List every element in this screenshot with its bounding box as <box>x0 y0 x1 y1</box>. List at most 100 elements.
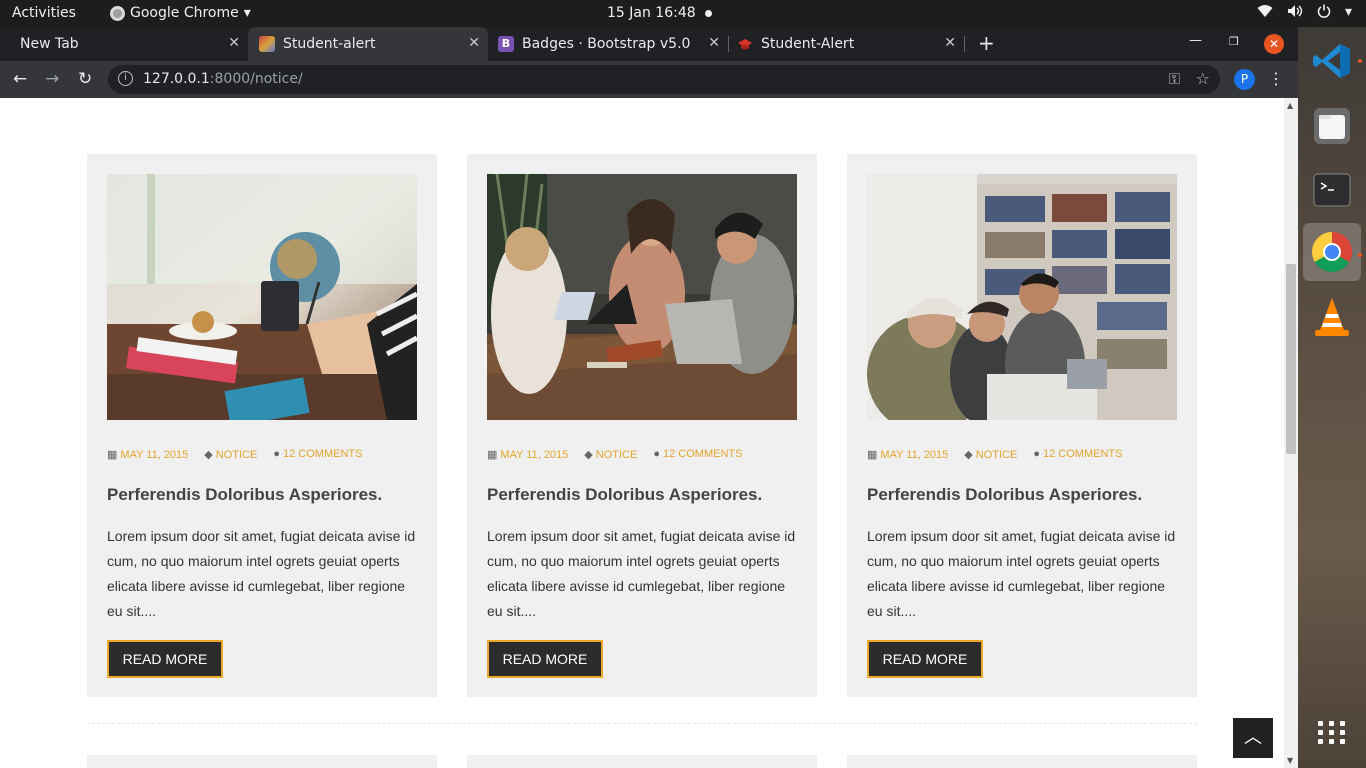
show-applications-button[interactable] <box>1310 710 1354 754</box>
post-meta: ▦ MAY 11, 2015 ◆ NOTICE ● 12 COMMENTS <box>867 448 1122 461</box>
calendar-icon: ▦ <box>487 449 498 461</box>
scroll-to-top-button[interactable]: ︿ <box>1233 718 1273 758</box>
notice-photo <box>867 174 1177 420</box>
post-date[interactable]: ▦ MAY 11, 2015 <box>107 448 188 461</box>
scroll-down-arrow-icon[interactable]: ▼ <box>1287 756 1293 765</box>
post-date-text: MAY 11, 2015 <box>880 449 949 461</box>
post-date[interactable]: ▦ MAY 11, 2015 <box>867 448 948 461</box>
library-group-image <box>867 174 1177 420</box>
chrome-icon <box>1312 232 1352 272</box>
system-status-area[interactable]: ▾ <box>1257 4 1352 20</box>
browser-toolbar: ← → ↻ i 127.0.0.1:8000/notice/ ⚿ ☆ P ⋮ <box>0 61 1298 98</box>
page-scrollbar[interactable]: ▲ ▼ <box>1284 98 1298 768</box>
calendar-icon: ▦ <box>107 449 118 461</box>
post-title[interactable]: Perferendis Doloribus Asperiores. <box>107 485 382 505</box>
url-text[interactable]: 127.0.0.1:8000/notice/ <box>143 71 303 87</box>
files-launcher[interactable] <box>1310 104 1354 148</box>
close-icon[interactable]: ✕ <box>708 35 720 51</box>
minimize-icon[interactable]: — <box>1189 33 1202 48</box>
tab-new-tab[interactable]: New Tab ✕ <box>8 27 248 61</box>
chevron-up-icon: ︿ <box>1244 727 1262 748</box>
notice-card: ▦ MAY 11, 2015 ◆ NOTICE ● 12 COMMENTS Perfe… <box>467 154 817 697</box>
running-indicator <box>1358 253 1362 257</box>
notice-card-next-row <box>467 755 817 768</box>
scroll-up-arrow-icon[interactable]: ▲ <box>1287 101 1293 110</box>
new-tab-button[interactable]: + <box>978 31 995 55</box>
key-icon[interactable]: ⚿ <box>1169 70 1180 88</box>
post-category-text: NOTICE <box>215 449 258 461</box>
calendar-icon: ▦ <box>867 449 878 461</box>
post-date-text: MAY 11, 2015 <box>500 449 569 461</box>
tab-student-alert-2[interactable]: Student-Alert ✕ <box>728 27 965 61</box>
read-more-button[interactable]: READ MORE <box>487 640 603 678</box>
post-excerpt: Lorem ipsum door sit amet, fugiat deicat… <box>867 528 1176 619</box>
page-viewport: ▦ MAY 11, 2015 ◆ NOTICE ● 12 COMMENTS Perfe… <box>0 98 1284 768</box>
post-comments[interactable]: ● 12 COMMENTS <box>273 448 362 461</box>
terminal-icon <box>1313 173 1351 207</box>
tab-bootstrap-badges[interactable]: B Badges · Bootstrap v5.0 ✕ <box>488 27 729 61</box>
notice-photo <box>107 174 417 420</box>
tab-student-alert[interactable]: Student-alert ✕ <box>248 27 488 61</box>
caret-down-icon: ▾ <box>243 5 251 21</box>
restore-icon[interactable]: ❐ <box>1229 35 1239 48</box>
clock[interactable]: 15 Jan 16:48 <box>607 5 696 21</box>
app-menu-label: Google Chrome <box>130 5 239 21</box>
address-bar[interactable]: i 127.0.0.1:8000/notice/ ⚿ ☆ <box>108 65 1220 94</box>
site-info-icon[interactable]: i <box>118 71 133 86</box>
close-icon[interactable]: ✕ <box>228 35 240 51</box>
post-comments[interactable]: ● 12 COMMENTS <box>1033 448 1122 461</box>
system-menu-caret-icon: ▾ <box>1344 4 1352 20</box>
post-date[interactable]: ▦ MAY 11, 2015 <box>487 448 568 461</box>
read-more-button[interactable]: READ MORE <box>107 640 223 678</box>
read-more-button[interactable]: READ MORE <box>867 640 983 678</box>
terminal-launcher[interactable] <box>1310 168 1354 212</box>
power-icon <box>1317 4 1331 18</box>
url-host: 127.0.0.1 <box>143 71 210 87</box>
vscode-launcher[interactable] <box>1310 39 1354 83</box>
vlc-launcher[interactable] <box>1310 295 1354 339</box>
study-desk-image <box>107 174 417 420</box>
forward-arrow-icon[interactable]: → <box>45 69 59 89</box>
post-title[interactable]: Perferendis Doloribus Asperiores. <box>487 485 762 505</box>
post-comments-text: 12 COMMENTS <box>1042 448 1123 460</box>
comments-icon: ● <box>273 448 280 460</box>
tab-label: Badges · Bootstrap v5.0 <box>522 36 691 52</box>
window-close-button[interactable]: ✕ <box>1264 34 1284 54</box>
comments-icon: ● <box>1033 448 1040 460</box>
post-comments[interactable]: ● 12 COMMENTS <box>653 448 742 461</box>
tab-label: Student-alert <box>283 36 376 52</box>
reload-icon[interactable]: ↻ <box>78 69 92 89</box>
close-icon[interactable]: ✕ <box>944 35 956 51</box>
close-icon[interactable]: ✕ <box>468 35 480 51</box>
section-divider <box>87 723 1197 724</box>
tag-icon: ◆ <box>964 449 973 461</box>
notice-card-next-row <box>847 755 1197 768</box>
post-excerpt: Lorem ipsum door sit amet, fugiat deicat… <box>487 528 796 619</box>
post-category-text: NOTICE <box>595 449 638 461</box>
notice-card-next-row <box>87 755 437 768</box>
system-top-bar: Activities Google Chrome ▾ 15 Jan 16:48 … <box>0 0 1366 27</box>
post-category[interactable]: ◆ NOTICE <box>964 448 1017 461</box>
tag-icon: ◆ <box>204 449 213 461</box>
post-comments-text: 12 COMMENTS <box>662 448 743 460</box>
scrollbar-thumb[interactable] <box>1286 264 1296 454</box>
tab-strip: New Tab ✕ Student-alert ✕ B Badges · Boo… <box>0 27 1298 61</box>
app-menu[interactable]: Google Chrome ▾ <box>110 5 251 21</box>
tag-icon: ◆ <box>584 449 593 461</box>
post-category[interactable]: ◆ NOTICE <box>204 448 257 461</box>
bookmark-star-icon[interactable]: ☆ <box>1196 69 1210 88</box>
more-menu-icon[interactable]: ⋮ <box>1268 69 1284 88</box>
activities-button[interactable]: Activities <box>12 5 76 21</box>
profile-avatar[interactable]: P <box>1234 69 1255 90</box>
tab-label: New Tab <box>20 36 79 52</box>
chrome-icon <box>110 5 125 21</box>
chrome-launcher[interactable] <box>1303 223 1361 281</box>
back-arrow-icon[interactable]: ← <box>13 69 27 89</box>
app-grid-icon <box>1317 720 1347 744</box>
post-title[interactable]: Perferendis Doloribus Asperiores. <box>867 485 1142 505</box>
notice-photo <box>487 174 797 420</box>
bootstrap-logo-icon: B <box>498 36 514 52</box>
post-category[interactable]: ◆ NOTICE <box>584 448 637 461</box>
tab-label: Student-Alert <box>761 36 855 52</box>
notification-dot-icon <box>705 10 712 17</box>
